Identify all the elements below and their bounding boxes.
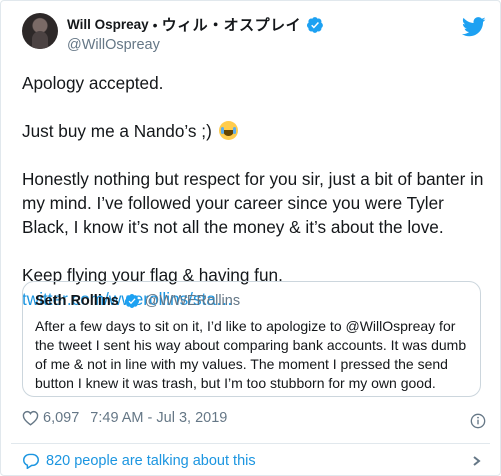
like-count[interactable]: 6,097: [43, 410, 79, 426]
name-separator: •: [152, 16, 158, 33]
quoted-tweet-header: Seth Rollins @WWERollins: [35, 293, 240, 309]
tweet-paragraph-text: Just buy me a Nando’s ;): [22, 121, 212, 141]
verified-badge-icon: [307, 16, 323, 33]
quoted-tweet[interactable]: Seth Rollins @WWERollins After a few day…: [22, 281, 481, 397]
conversation-link[interactable]: 820 people are talking about this: [22, 453, 256, 469]
author-display-name[interactable]: Will Ospreay: [67, 17, 149, 32]
info-icon[interactable]: [470, 413, 486, 429]
comment-bubble-icon: [22, 453, 40, 469]
twitter-bird-icon[interactable]: [462, 17, 486, 37]
chevron-right-icon[interactable]: [470, 456, 484, 466]
tears-of-joy-emoji: [218, 121, 238, 140]
divider: [11, 443, 490, 444]
quoted-author-handle[interactable]: @WWERollins: [145, 293, 240, 309]
quoted-tweet-text: After a few days to sit on it, I’d like …: [35, 318, 467, 391]
author-japanese-name[interactable]: ウィル・オスプレイ: [162, 14, 302, 35]
talking-about-text[interactable]: 820 people are talking about this: [46, 453, 256, 469]
tweet-paragraph: Apology accepted.: [22, 73, 164, 93]
tweet-paragraph: Honestly nothing but respect for you sir…: [22, 169, 484, 237]
tweet-header: Will Ospreay • ウィル・オスプレイ @WillOspreay: [22, 13, 486, 61]
tweet-meta: 6,097 7:49 AM - Jul 3, 2019: [22, 410, 227, 426]
quoted-author-name[interactable]: Seth Rollins: [35, 293, 119, 309]
tweet-timestamp[interactable]: 7:49 AM - Jul 3, 2019: [90, 410, 227, 426]
verified-badge-icon: [124, 294, 139, 308]
author-handle[interactable]: @WillOspreay: [67, 37, 160, 53]
heart-icon[interactable]: [22, 410, 39, 426]
avatar[interactable]: [22, 13, 58, 49]
embedded-tweet-card: Will Ospreay • ウィル・オスプレイ @WillOspreay Ap…: [0, 0, 501, 476]
author-name-row[interactable]: Will Ospreay • ウィル・オスプレイ: [67, 14, 324, 35]
tweet-paragraph: Just buy me a Nando’s ;): [22, 119, 492, 143]
